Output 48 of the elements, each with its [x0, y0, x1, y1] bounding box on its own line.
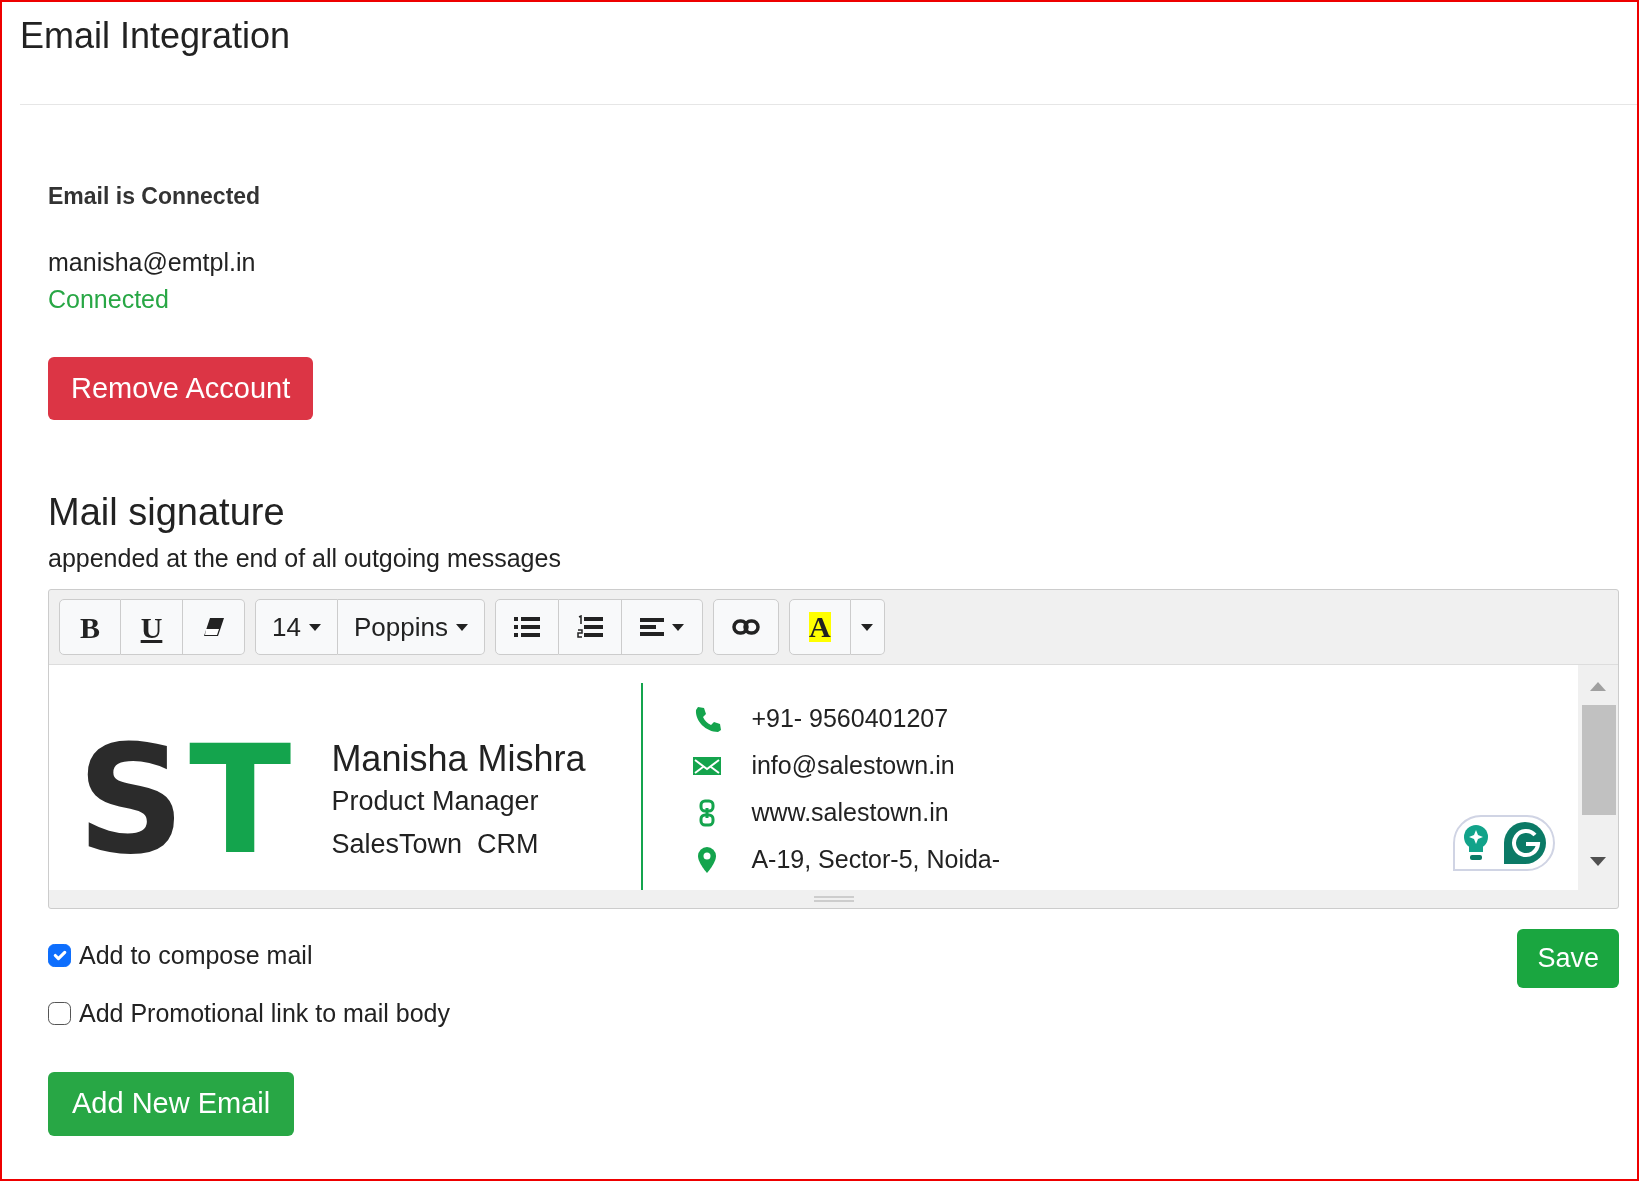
dropdown-button[interactable]: 14: [255, 599, 338, 656]
resize-handle-icon[interactable]: [813, 895, 854, 904]
numbered-list-icon: [576, 615, 603, 640]
align-icon: [639, 617, 664, 638]
align-dropdown[interactable]: [621, 599, 703, 656]
bold-button[interactable]: B: [59, 599, 121, 656]
page-title: Email Integration: [20, 2, 1637, 105]
caret-icon: [671, 623, 684, 631]
phone-icon: [693, 704, 722, 733]
bulleted-list-icon: [513, 616, 540, 639]
checkbox[interactable]: [48, 1001, 71, 1025]
eraser-button[interactable]: [183, 599, 245, 656]
envelope-icon: [693, 756, 722, 775]
caret-icon: [455, 623, 468, 631]
email-address: manisha@emtpl.in: [48, 246, 257, 278]
bulleted-list-button[interactable]: [494, 599, 559, 656]
scrollbar[interactable]: [1578, 665, 1618, 891]
link-icon: [731, 619, 760, 636]
numbered-list-button[interactable]: [558, 599, 622, 656]
link-button[interactable]: [712, 599, 779, 656]
checkbox-label: Add to compose mail: [79, 940, 313, 972]
section-heading: Email is Connected: [48, 182, 262, 211]
person-name: Manisha Mishra: [331, 737, 587, 781]
job-title: Product Manager: [331, 785, 540, 819]
g-logo-icon: [1502, 821, 1547, 866]
logo-letter: T: [189, 725, 292, 890]
connection-status: Connected: [48, 284, 170, 315]
remove-account-button[interactable]: Remove Account: [48, 356, 314, 420]
assistant-widget[interactable]: [1453, 815, 1555, 872]
company-name: SalesTown CRM: [331, 828, 540, 862]
caret-icon: [308, 623, 321, 631]
checkbox[interactable]: [48, 944, 71, 968]
section-subtitle: appended at the end of all outgoing messages: [48, 542, 562, 574]
contact-text: +91- 9560401207: [751, 702, 949, 734]
highlight-letter: A: [809, 612, 831, 643]
contact-text: www.salestown.in: [751, 796, 949, 828]
section-title: Mail signature: [48, 490, 286, 535]
checkbox-label: Add Promotional link to mail body: [79, 997, 451, 1029]
eraser-icon: [201, 616, 226, 639]
logo-letter: S: [77, 725, 186, 890]
contact-text: info@salestown.in: [751, 749, 955, 781]
contact-text: A-19, Sector-5, Noida-: [751, 843, 1001, 875]
lightbulb-icon: [1461, 824, 1490, 863]
caret-icon: [861, 623, 874, 631]
highlight-button[interactable]: A: [788, 599, 851, 656]
color-dropdown-button[interactable]: [850, 599, 885, 656]
underline-button[interactable]: U: [121, 599, 183, 656]
dropdown-button[interactable]: Poppins: [337, 599, 485, 656]
